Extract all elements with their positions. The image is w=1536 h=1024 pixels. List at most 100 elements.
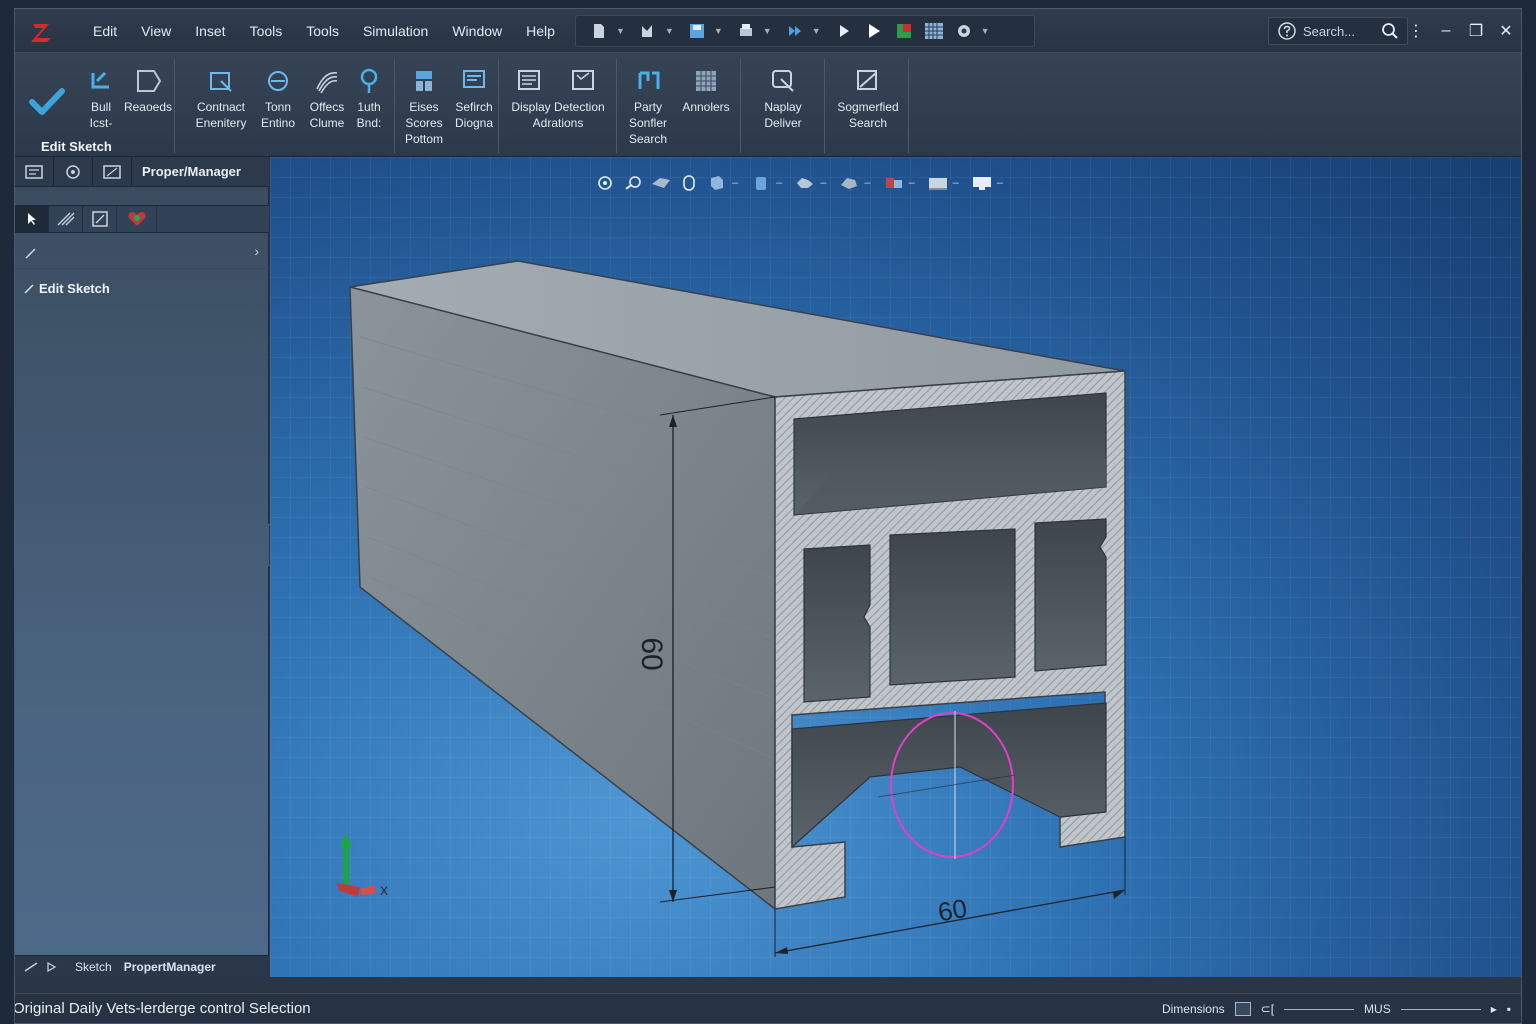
open-icon[interactable] [635, 19, 661, 43]
ribbon-label: Tonn Entino [260, 100, 296, 130]
segment-search-icon [857, 70, 877, 90]
panel-expand-row[interactable]: › [15, 237, 269, 269]
tab-feature-tree[interactable] [15, 157, 54, 187]
ribbon-display-button[interactable] [507, 59, 551, 95]
tab-sketch[interactable] [93, 157, 132, 187]
line-tool[interactable] [49, 206, 83, 232]
status-units[interactable]: MUS [1364, 1002, 1391, 1016]
panel-title[interactable]: Proper/Manager [132, 157, 269, 187]
status-dimensions[interactable]: Dimensions [1162, 1002, 1225, 1016]
rebuild-icon[interactable] [891, 19, 917, 43]
menu-simulation[interactable]: Simulation [351, 9, 440, 53]
build-icon [91, 71, 109, 89]
search-box[interactable] [1268, 17, 1408, 45]
search-input[interactable] [1303, 23, 1375, 39]
menu-inset[interactable]: Inset [183, 9, 237, 53]
chevron-right-icon[interactable]: › [254, 243, 259, 259]
app-logo-icon[interactable] [27, 18, 57, 46]
menu-edit[interactable]: Edit [81, 9, 129, 53]
status-units-arrow-icon[interactable]: ▸ [1491, 1002, 1497, 1016]
select-tool[interactable] [15, 206, 49, 232]
ribbon-sogmerfied-button[interactable]: Sogmerfied Search [831, 59, 905, 131]
menu-window[interactable]: Window [440, 9, 514, 53]
ribbon-eises-button[interactable]: Eises Scores Pottom [399, 59, 449, 147]
minimize-icon[interactable]: – [1431, 9, 1461, 53]
close-icon[interactable]: ✕ [1491, 9, 1521, 53]
status-divider [1400, 1008, 1481, 1010]
menu-tools[interactable]: Tools [238, 9, 295, 53]
scores-icon [416, 71, 432, 91]
ribbon-group-segmented: Sogmerfied Search [825, 59, 909, 153]
graphics-viewport[interactable]: – – – – – – – 60 60 X [270, 157, 1522, 977]
sketch-shape-icon [137, 70, 162, 92]
app-window: Edit View Inset Tools Tools Simulation W… [14, 8, 1522, 1024]
dimension-value-height[interactable]: 60 [635, 637, 668, 670]
more-options-icon[interactable]: ⋮ [1401, 9, 1431, 53]
status-more-icon[interactable]: ▪ [1507, 1002, 1511, 1016]
party-icon [638, 71, 660, 89]
config-icon [66, 165, 80, 179]
help-icon[interactable] [1277, 21, 1297, 41]
ribbon-naplay-button[interactable]: Naplay Deliver [751, 59, 815, 131]
ribbon-label: Sefirch Diogna [454, 100, 494, 130]
chevron-down-icon[interactable]: ▼ [763, 26, 772, 36]
restore-icon[interactable]: ❐ [1461, 9, 1491, 53]
bottom-tab-sketch[interactable]: Sketch [75, 960, 112, 974]
menu-bar: Edit View Inset Tools Tools Simulation W… [15, 9, 1521, 53]
status-message: Original Daily Vets-lerderge control Sel… [14, 1000, 311, 1017]
ribbon-build-button[interactable]: Bull Icst- [81, 59, 121, 131]
appearance-heart-icon [127, 212, 146, 226]
ribbon-group-display: Display Detection Adrations [499, 59, 617, 153]
command-ribbon: Bull Icst- Reaoeds Edit Sketch Contnact … [15, 53, 1521, 157]
print-icon[interactable] [733, 19, 759, 43]
save-icon[interactable] [684, 19, 710, 43]
confirm-check-icon[interactable] [29, 87, 65, 117]
entity-icon [268, 71, 288, 91]
grid-icon[interactable] [921, 19, 947, 43]
tab-config[interactable] [54, 157, 93, 187]
pencil-icon[interactable] [23, 961, 39, 973]
chevron-down-icon[interactable]: ▼ [616, 26, 625, 36]
deliver-icon [772, 70, 794, 92]
run-icon[interactable] [861, 19, 887, 43]
undo-icon[interactable] [782, 19, 808, 43]
diagnostic-icon [463, 70, 485, 88]
extrusion-model[interactable]: 60 60 X [270, 157, 1522, 977]
edit-sketch-label: Edit Sketch [39, 281, 110, 296]
appearance-tool[interactable] [117, 206, 157, 232]
edit-sketch-item[interactable]: Edit Sketch [23, 281, 110, 296]
ribbon-detection-button[interactable] [561, 59, 605, 95]
smart-dimension-tool[interactable] [83, 206, 117, 232]
ribbon-party-button[interactable]: Party Sonfler Search [623, 59, 673, 147]
ribbon-offecs-button[interactable]: Offecs Clume [305, 59, 349, 131]
profile-cross-section [774, 370, 1126, 910]
new-document-icon[interactable] [586, 19, 612, 43]
ribbon-annolers-button[interactable]: Annolers [675, 59, 737, 115]
search-icon[interactable] [1381, 22, 1399, 40]
status-toggle-icon[interactable] [1234, 1002, 1251, 1016]
chevron-down-icon[interactable]: ▼ [665, 26, 674, 36]
chevron-down-icon[interactable]: ▼ [714, 26, 723, 36]
status-units-toggle-icon[interactable]: ⊂[ [1261, 1002, 1274, 1016]
ribbon-group-title: Edit Sketch [41, 139, 112, 154]
ribbon-label: Bull Icst- [89, 100, 113, 130]
coordinate-triad-icon: X [336, 833, 388, 898]
status-divider [1284, 1008, 1355, 1010]
ribbon-label: Naplay Deliver [764, 100, 802, 130]
chevron-down-icon[interactable]: ▼ [981, 26, 990, 36]
chevron-down-icon[interactable]: ▼ [812, 26, 821, 36]
circle-centerline [877, 774, 1016, 798]
play-icon[interactable] [831, 19, 857, 43]
ribbon-sefirch-button[interactable]: Sefirch Diogna [449, 59, 499, 131]
options-gear-icon[interactable] [951, 19, 977, 43]
menu-tools-2[interactable]: Tools [294, 9, 351, 53]
dimension-value-width[interactable]: 60 [936, 893, 970, 928]
bottom-tab-propertymanager[interactable]: PropertManager [124, 960, 216, 974]
menu-help[interactable]: Help [514, 9, 567, 53]
ribbon-contnact-button[interactable]: Contnact Enenitery [191, 59, 251, 131]
ribbon-1uth-button[interactable]: 1uth Bnd: [349, 59, 389, 131]
play-icon[interactable] [45, 961, 57, 973]
ribbon-reaoeds-button[interactable]: Reaoeds [121, 59, 175, 115]
menu-view[interactable]: View [129, 9, 183, 53]
ribbon-tonn-button[interactable]: Tonn Entino [253, 59, 303, 131]
